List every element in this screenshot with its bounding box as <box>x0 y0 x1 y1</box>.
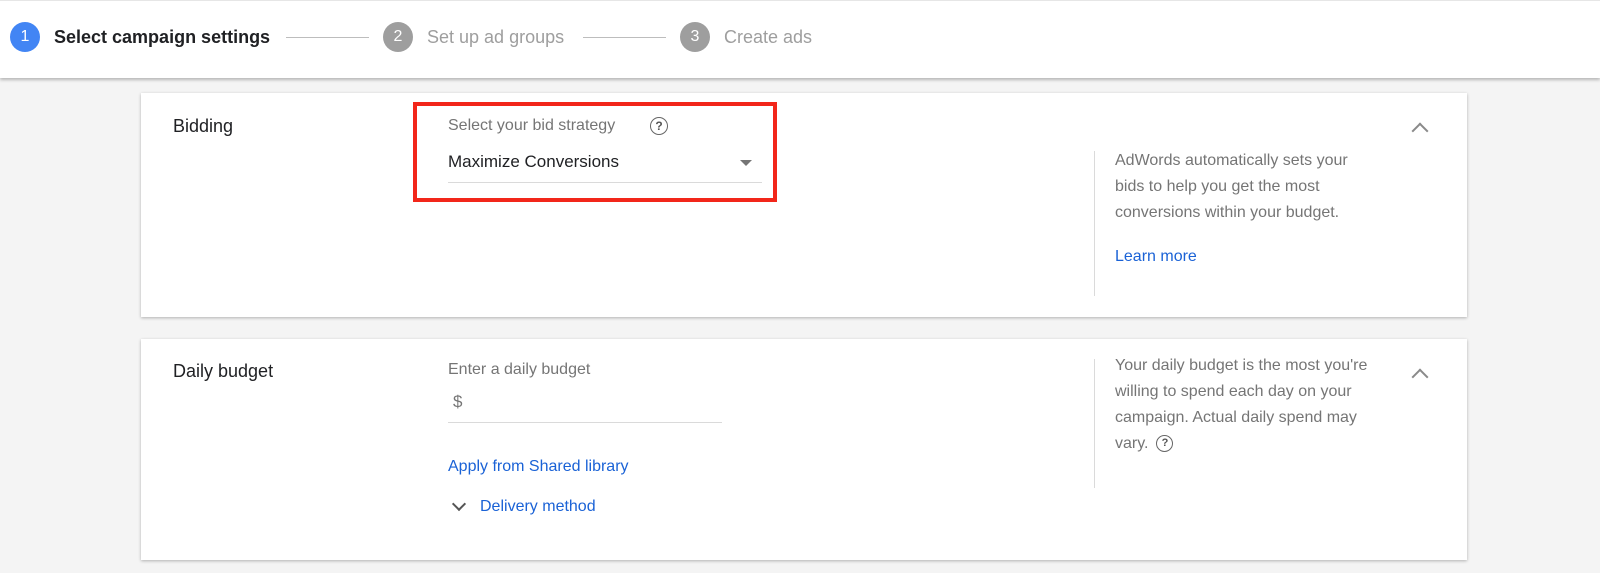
bidding-help-text: AdWords automatically sets your bids to … <box>1115 152 1348 221</box>
help-icon[interactable]: ? <box>1156 435 1174 452</box>
delivery-method-toggle[interactable]: Delivery method <box>448 492 628 522</box>
daily-budget-help-text: Your daily budget is the most you're wil… <box>1115 353 1370 457</box>
bid-strategy-label: Select your bid strategy <box>448 117 616 134</box>
dropdown-arrow-icon <box>740 160 752 166</box>
daily-budget-help-copy: Your daily budget is the most you're wil… <box>1115 357 1368 452</box>
help-icon[interactable]: ? <box>650 117 668 135</box>
daily-budget-title: Daily budget <box>173 361 274 381</box>
daily-budget-label: Enter a daily budget <box>448 361 591 378</box>
step-number-badge: 1 <box>10 22 40 52</box>
step-connector <box>286 37 369 38</box>
bidding-title: Bidding <box>173 116 234 136</box>
step-label: Create ads <box>724 26 813 47</box>
step-number-badge: 3 <box>680 22 710 52</box>
step-create-ads[interactable]: 3 Create ads <box>680 22 812 52</box>
chevron-down-icon <box>451 496 467 512</box>
collapse-chevron-up-icon[interactable] <box>1411 122 1429 140</box>
dropdown-underline <box>448 182 762 183</box>
bid-strategy-dropdown[interactable]: Maximize Conversions <box>448 145 762 183</box>
step-set-up-ad-groups[interactable]: 2 Set up ad groups <box>383 22 564 52</box>
daily-budget-card: Daily budget Enter a daily budget $ Appl… <box>141 339 1467 560</box>
daily-budget-input[interactable]: $ <box>448 383 722 423</box>
step-select-campaign-settings[interactable]: 1 Select campaign settings <box>10 22 270 52</box>
bid-strategy-selected-value: Maximize Conversions <box>448 152 619 171</box>
campaign-stepper: 1 Select campaign settings 2 Set up ad g… <box>0 0 1600 78</box>
bidding-card: Bidding Select your bid strategy ? Maxim… <box>141 93 1467 317</box>
currency-symbol: $ <box>453 392 463 411</box>
learn-more-link[interactable]: Learn more <box>1115 248 1197 266</box>
step-connector <box>583 37 666 38</box>
apply-shared-library-link[interactable]: Apply from Shared library <box>448 458 629 476</box>
step-number-badge: 2 <box>383 22 413 52</box>
step-label: Set up ad groups <box>427 26 565 47</box>
help-panel-divider <box>1094 359 1095 488</box>
delivery-method-label: Delivery method <box>480 498 596 515</box>
collapse-chevron-up-icon[interactable] <box>1411 368 1429 386</box>
step-label: Select campaign settings <box>54 26 271 47</box>
help-panel-divider <box>1094 151 1095 296</box>
input-underline <box>448 422 722 423</box>
